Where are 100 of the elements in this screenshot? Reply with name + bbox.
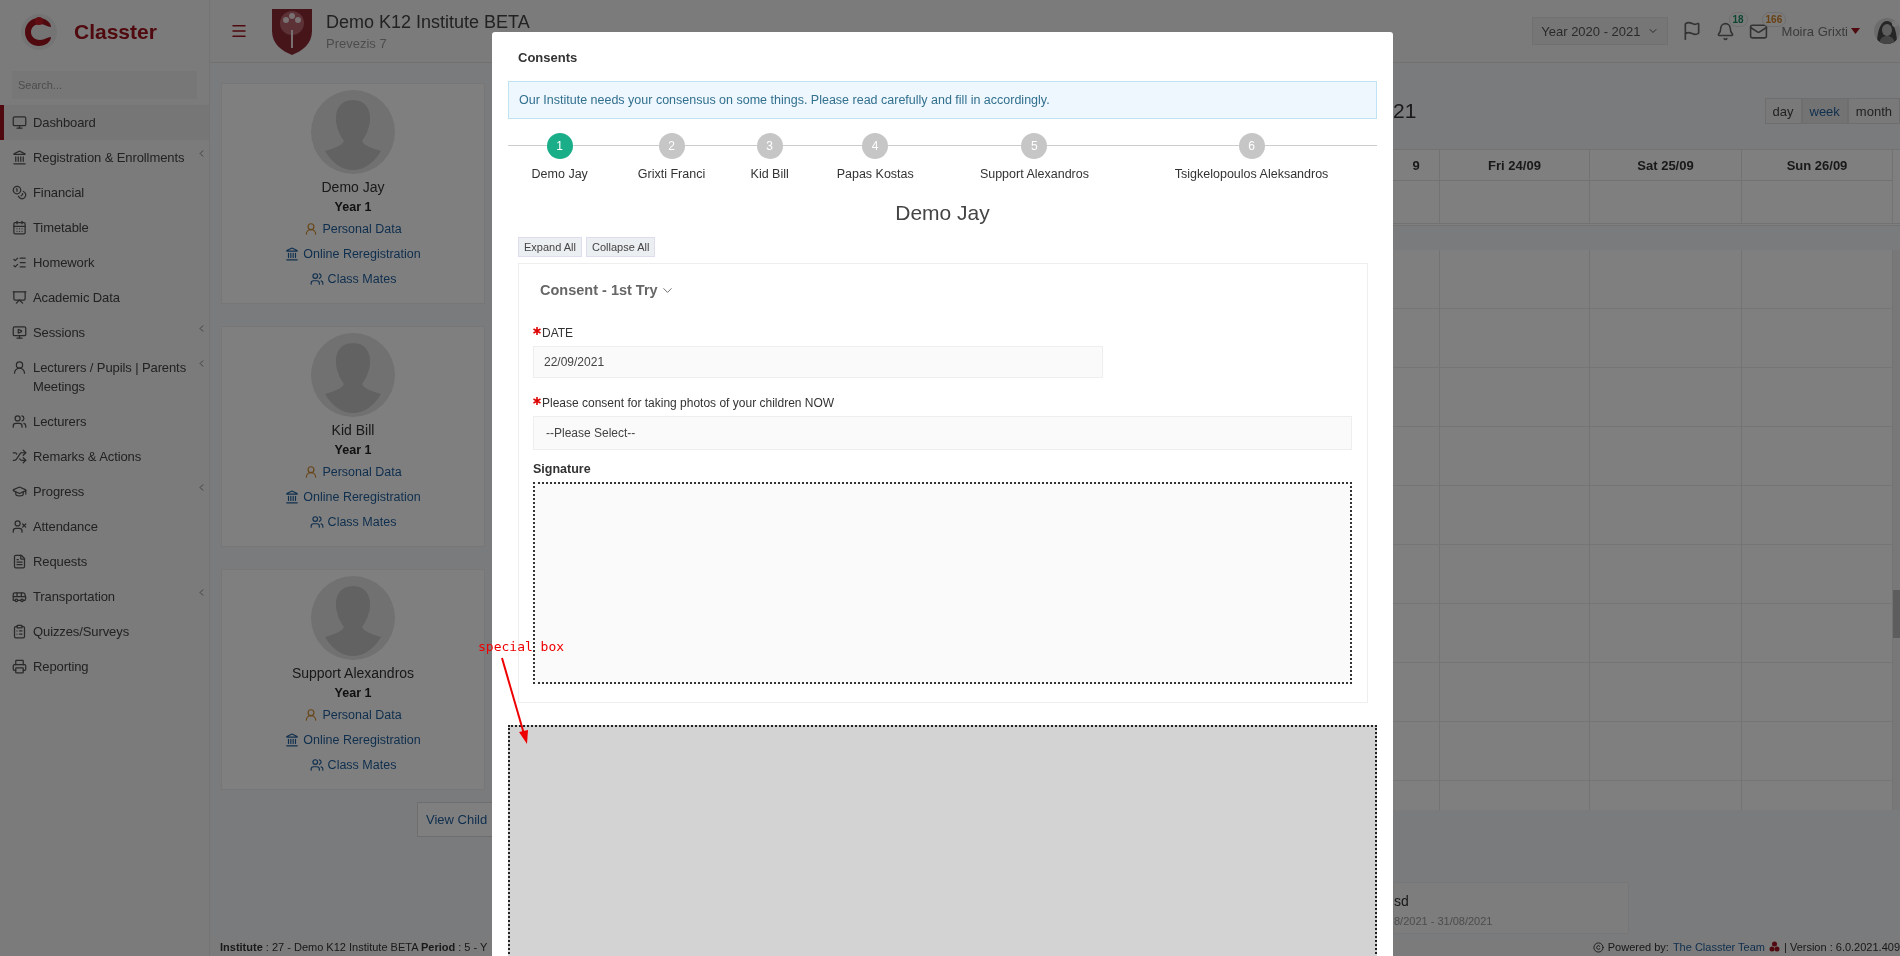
date-field[interactable]: 22/09/2021 bbox=[533, 346, 1103, 378]
sidebar-item[interactable]: Requests bbox=[0, 544, 209, 579]
dialog-title: Consents bbox=[517, 49, 579, 65]
child-name: Demo Jay bbox=[321, 179, 385, 195]
sidebar-item[interactable]: Attendance bbox=[0, 509, 209, 544]
sidebar-item[interactable]: Remarks & Actions bbox=[0, 439, 209, 474]
annotation-text: special box bbox=[478, 639, 565, 654]
scrollbar-thumb[interactable] bbox=[1893, 590, 1900, 638]
field-label: Please consent for taking photos of your children NOW bbox=[533, 396, 1352, 410]
child-year: Year 1 bbox=[334, 686, 372, 700]
sidebar-item[interactable]: Dashboard bbox=[0, 105, 209, 140]
child-link[interactable]: Class Mates bbox=[309, 269, 397, 289]
screen-icon bbox=[12, 325, 27, 340]
menu-icon[interactable] bbox=[230, 22, 248, 40]
child-link[interactable]: Online Reregistration bbox=[285, 487, 421, 507]
institute-name: Demo K12 Institute BETA bbox=[326, 11, 530, 33]
powered-by-text: Powered by: bbox=[1607, 941, 1669, 953]
scrollbar[interactable] bbox=[1893, 250, 1900, 810]
view-tab[interactable]: week bbox=[1801, 98, 1848, 124]
view-tab[interactable]: day bbox=[1764, 98, 1802, 124]
users-icon bbox=[309, 758, 324, 772]
sidebar-item[interactable]: Homework bbox=[0, 245, 209, 280]
bank-icon bbox=[285, 733, 300, 747]
bank-icon bbox=[285, 247, 300, 261]
sidebar-item[interactable]: Reporting bbox=[0, 649, 209, 684]
child-link[interactable]: Class Mates bbox=[309, 755, 397, 775]
required-icon bbox=[533, 397, 541, 405]
sidebar-item[interactable]: Financial bbox=[0, 175, 209, 210]
sidebar-item[interactable]: Transportation bbox=[0, 579, 209, 614]
step-number[interactable]: 1 bbox=[546, 133, 573, 159]
bank-icon bbox=[285, 490, 300, 504]
clipboard-icon bbox=[12, 624, 27, 639]
sidebar-item[interactable]: Lecturers bbox=[0, 404, 209, 439]
expand-all-button[interactable]: Expand All bbox=[518, 237, 582, 257]
sidebar-item[interactable]: Sessions bbox=[0, 315, 209, 350]
bell-icon[interactable] bbox=[1715, 21, 1735, 41]
avatar-icon bbox=[311, 576, 395, 660]
checklist-icon bbox=[12, 255, 27, 270]
logo-icon bbox=[1769, 941, 1780, 953]
users-icon bbox=[12, 414, 27, 429]
graduation-cap-icon bbox=[12, 484, 27, 499]
user-icon bbox=[304, 465, 319, 479]
select-field[interactable]: --Please Select-- bbox=[533, 416, 1352, 450]
sidebar-item[interactable]: Registration & Enrollments bbox=[0, 140, 209, 175]
sidebar-item[interactable]: Lecturers / Pupils | Parents Meetings bbox=[0, 350, 209, 404]
sidebar-item[interactable]: Academic Data bbox=[0, 280, 209, 315]
user-icon bbox=[304, 708, 319, 722]
child-link[interactable]: Online Reregistration bbox=[285, 244, 421, 264]
sidebar-item[interactable]: Quizzes/Surveys bbox=[0, 614, 209, 649]
event-title: sd bbox=[1394, 893, 1410, 909]
bank-icon bbox=[12, 150, 27, 165]
info-alert: Our Institute needs your consensus on some things. Please read carefully and fill in accordingly. bbox=[508, 81, 1377, 119]
step-label[interactable]: Papas Kostas bbox=[807, 167, 943, 181]
users-icon bbox=[309, 272, 324, 286]
view-tab[interactable]: month bbox=[1847, 98, 1900, 124]
field-label: Signature bbox=[533, 462, 592, 476]
mail-icon[interactable] bbox=[1748, 21, 1768, 41]
child-link[interactable]: Online Reregistration bbox=[285, 730, 421, 750]
bus-icon bbox=[12, 589, 27, 604]
document-icon bbox=[12, 554, 27, 569]
user-icon bbox=[304, 222, 319, 236]
step-label[interactable]: Kid Bill bbox=[731, 167, 808, 181]
team-link[interactable]: The Classter Team bbox=[1672, 941, 1765, 953]
presentation-icon bbox=[12, 290, 27, 305]
child-link[interactable]: Personal Data bbox=[304, 219, 402, 239]
step-label[interactable]: Support Alexandros bbox=[942, 167, 1127, 181]
calendar-icon bbox=[12, 220, 27, 235]
version-text: | Version : 6.0.2021.409 bbox=[1784, 941, 1900, 953]
child-name: Kid Bill bbox=[331, 422, 375, 438]
caret-icon bbox=[1851, 28, 1860, 34]
child-link[interactable]: Personal Data bbox=[304, 705, 402, 725]
field-label: DATE bbox=[533, 326, 1352, 340]
institute-info: Institute : 27 - Demo K12 Institute BETA Period : 5 - Y bbox=[220, 941, 488, 953]
sidebar-item[interactable]: Progress bbox=[0, 474, 209, 509]
coins-icon bbox=[12, 185, 27, 200]
sidebar-item[interactable]: Timetable bbox=[0, 210, 209, 245]
user-icon bbox=[12, 360, 27, 375]
child-year: Year 1 bbox=[334, 443, 372, 457]
avatar-icon bbox=[311, 333, 395, 417]
step-label[interactable]: Tsigkelopoulos Aleksandros bbox=[1126, 167, 1377, 181]
collapse-all-button[interactable]: Collapse All bbox=[586, 237, 656, 257]
calendar-title: 21 bbox=[1393, 99, 1417, 123]
child-link[interactable]: Class Mates bbox=[309, 512, 397, 532]
shuffle-icon bbox=[12, 449, 27, 464]
child-link[interactable]: Personal Data bbox=[304, 462, 402, 482]
year-select[interactable]: Year 2020 - 2021 bbox=[1532, 17, 1668, 45]
notification-count: 18 bbox=[1728, 11, 1748, 27]
avatar-icon bbox=[311, 90, 395, 174]
step-label[interactable]: Grixti Franci bbox=[611, 167, 732, 181]
child-heading: Demo Jay bbox=[894, 201, 991, 225]
user-x-icon bbox=[12, 519, 27, 534]
monitor-icon bbox=[12, 115, 27, 130]
school-crest-icon bbox=[270, 6, 314, 56]
section-toggle[interactable]: Consent - 1st Try bbox=[540, 282, 1352, 298]
required-icon bbox=[533, 327, 541, 335]
logo-icon bbox=[20, 12, 58, 51]
printer-icon bbox=[12, 659, 27, 674]
message-count: 166 bbox=[1761, 11, 1787, 27]
step-label[interactable]: Demo Jay bbox=[508, 167, 612, 181]
users-icon bbox=[309, 515, 324, 529]
